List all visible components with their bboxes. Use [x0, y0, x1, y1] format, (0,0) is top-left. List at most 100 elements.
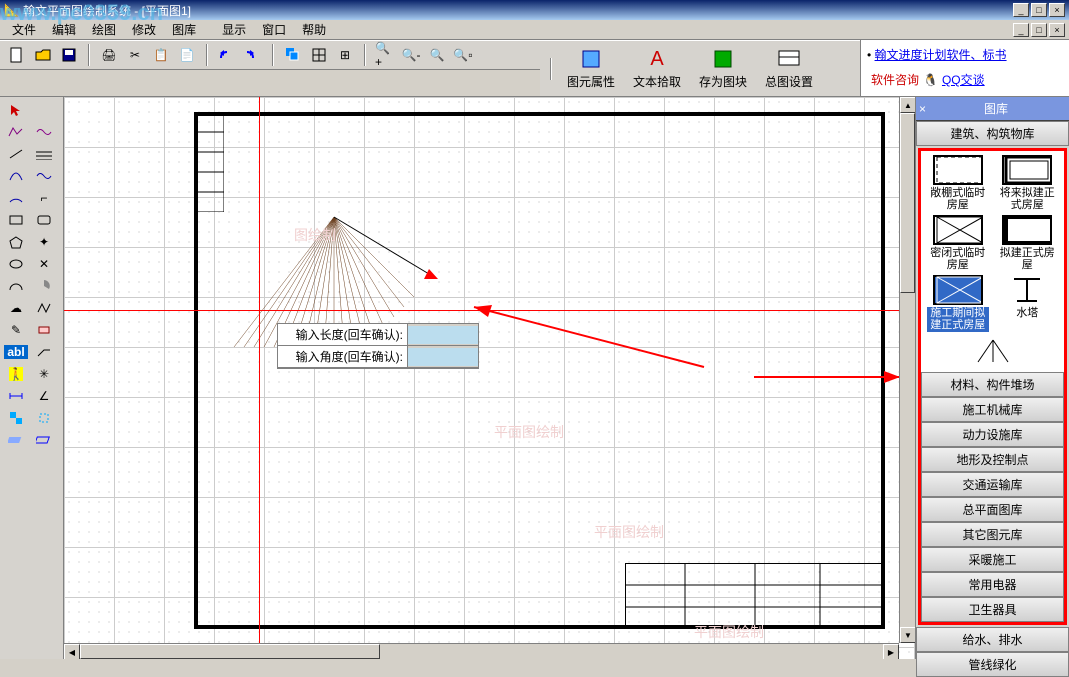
angle-dim-tool[interactable]: ∠	[30, 385, 58, 407]
cat-1[interactable]: 施工机械库	[921, 397, 1064, 422]
length-input[interactable]	[408, 326, 478, 344]
gallery-item-6[interactable]	[962, 336, 1024, 368]
cut-button[interactable]: ✂	[124, 44, 146, 66]
cat-8[interactable]: 常用电器	[921, 572, 1064, 597]
ellipse-tool[interactable]	[2, 253, 30, 275]
save-button[interactable]	[58, 44, 80, 66]
pencil-tool[interactable]: ✎	[2, 319, 30, 341]
paste-button[interactable]: 📄	[176, 44, 198, 66]
gallery-item-4[interactable]: 施工期间拟建正式房屋	[927, 275, 989, 331]
menu-window[interactable]: 窗口	[254, 19, 294, 40]
cat-pipe[interactable]: 管线绿化	[916, 652, 1069, 677]
layers-button[interactable]	[282, 44, 304, 66]
open-button[interactable]	[32, 44, 54, 66]
gallery-item-0[interactable]: 敞棚式临时房屋	[927, 155, 989, 211]
cat-0[interactable]: 材料、构件堆场	[921, 372, 1064, 397]
drawing-canvas[interactable]: 图绘制 平面图绘制 平面图绘制 平面图绘制 输入长度(回车确认): 输入角度(回…	[64, 97, 915, 659]
cat-water[interactable]: 给水、排水	[916, 627, 1069, 652]
zoom-in-button[interactable]: 🔍+	[374, 44, 396, 66]
menu-help[interactable]: 帮助	[294, 19, 334, 40]
palette-close[interactable]: ×	[919, 102, 926, 116]
qq-chat-link[interactable]: QQ交谈	[942, 71, 985, 88]
text-pick-button[interactable]: A文本拾取	[626, 45, 688, 93]
consult-label: 软件咨询	[871, 71, 919, 88]
menu-edit[interactable]: 编辑	[44, 19, 84, 40]
bracket-tool[interactable]: ⌐	[30, 187, 58, 209]
promo-link[interactable]: 翰文进度计划软件、标书	[875, 48, 1007, 62]
cat-3[interactable]: 地形及控制点	[921, 447, 1064, 472]
close-button[interactable]: ×	[1049, 3, 1065, 17]
eraser-tool[interactable]	[30, 319, 58, 341]
polyline-tool[interactable]	[2, 121, 30, 143]
scrollbar-vertical[interactable]: ▲ ▼	[899, 97, 915, 643]
minimize-button[interactable]: _	[1013, 3, 1029, 17]
zoom-out-button[interactable]: 🔍-	[400, 44, 422, 66]
leader-tool[interactable]	[30, 341, 58, 363]
child-maximize[interactable]: □	[1031, 23, 1047, 37]
redo-button[interactable]	[242, 44, 264, 66]
menu-display[interactable]: 显示	[214, 19, 254, 40]
zoom-fit-button[interactable]: 🔍	[426, 44, 448, 66]
person-tool[interactable]: 🚶	[2, 363, 30, 385]
cloud-tool[interactable]: ☁	[2, 297, 30, 319]
scroll-thumb-v[interactable]	[900, 113, 915, 293]
menu-file[interactable]: 文件	[4, 19, 44, 40]
cross-tool[interactable]: ✕	[30, 253, 58, 275]
cat-9[interactable]: 卫生器具	[921, 597, 1064, 622]
select-tool[interactable]	[2, 99, 30, 121]
north-tool[interactable]: ✳	[30, 363, 58, 385]
menu-draw[interactable]: 绘图	[84, 19, 124, 40]
rect-tool[interactable]	[2, 209, 30, 231]
zoom-window-button[interactable]: 🔍▫	[452, 44, 474, 66]
scroll-down[interactable]: ▼	[900, 627, 915, 643]
menu-modify[interactable]: 修改	[124, 19, 164, 40]
curve-tool[interactable]	[2, 165, 30, 187]
spline-tool[interactable]	[30, 165, 58, 187]
grid-button[interactable]	[308, 44, 330, 66]
new-button[interactable]	[6, 44, 28, 66]
child-minimize[interactable]: _	[1013, 23, 1029, 37]
freehand-tool[interactable]	[30, 121, 58, 143]
side-table	[194, 112, 224, 212]
roundrect-tool[interactable]	[30, 209, 58, 231]
print-button[interactable]: 🖨	[98, 44, 120, 66]
pie-tool[interactable]	[30, 275, 58, 297]
copy-button[interactable]: 📋	[150, 44, 172, 66]
wall-tool[interactable]	[2, 429, 30, 451]
gallery-item-5[interactable]: 水塔	[996, 275, 1058, 331]
dimension-tool[interactable]	[2, 385, 30, 407]
arc2-tool[interactable]	[2, 275, 30, 297]
line-tool[interactable]	[2, 143, 30, 165]
qq-icon: 🐧	[923, 73, 938, 87]
maximize-button[interactable]: □	[1031, 3, 1047, 17]
scroll-up[interactable]: ▲	[900, 97, 915, 113]
arc-tool[interactable]	[2, 187, 30, 209]
cat-5[interactable]: 总平面图库	[921, 497, 1064, 522]
gallery-item-1[interactable]: 将来拟建正式房屋	[996, 155, 1058, 211]
block-tool[interactable]	[2, 407, 30, 429]
revision-tool[interactable]	[30, 297, 58, 319]
element-props-button[interactable]: 图元属性	[560, 44, 622, 93]
cat-2[interactable]: 动力设施库	[921, 422, 1064, 447]
cat-4[interactable]: 交通运输库	[921, 472, 1064, 497]
slab-tool[interactable]	[30, 429, 58, 451]
cat-7[interactable]: 采暖施工	[921, 547, 1064, 572]
child-close[interactable]: ×	[1049, 23, 1065, 37]
master-settings-button[interactable]: 总图设置	[758, 44, 820, 93]
gallery-item-2[interactable]: 密闭式临时房屋	[927, 215, 989, 271]
star-tool[interactable]: ✦	[30, 231, 58, 253]
polygon-tool[interactable]	[2, 231, 30, 253]
hatch-tool[interactable]	[30, 143, 58, 165]
snap-button[interactable]: ⊞	[334, 44, 356, 66]
save-block-button[interactable]: 存为图块	[692, 44, 754, 93]
undo-button[interactable]	[216, 44, 238, 66]
group-tool[interactable]	[30, 407, 58, 429]
cat-6[interactable]: 其它图元库	[921, 522, 1064, 547]
pan-tool[interactable]	[30, 99, 58, 121]
scrollbar-horizontal[interactable]: ◀ ▶	[64, 643, 899, 659]
text-tool[interactable]: abl	[2, 341, 30, 363]
angle-input[interactable]	[408, 348, 478, 366]
menu-library[interactable]: 图库	[164, 19, 204, 40]
gallery-item-3[interactable]: 拟建正式房屋	[996, 215, 1058, 271]
cat-building[interactable]: 建筑、构筑物库	[916, 121, 1069, 146]
